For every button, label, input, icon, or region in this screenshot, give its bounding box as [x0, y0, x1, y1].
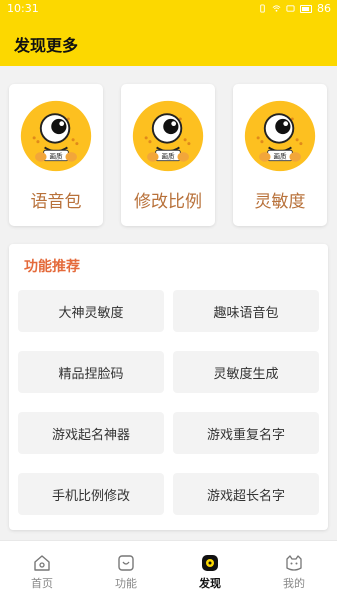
tab-label: 首页: [31, 577, 53, 590]
status-time: 10:31: [7, 2, 39, 15]
btn-fun-voice-pack[interactable]: 趣味语音包: [173, 290, 319, 332]
battery-icon: [300, 4, 312, 13]
feature-cards: 画质 语音包 画质 修改比例 画质 灵敏度: [0, 84, 337, 226]
card-sensitivity[interactable]: 画质 灵敏度: [233, 84, 327, 226]
bottom-nav: 首页 功能 发现 我的: [0, 540, 337, 600]
card-label: 修改比例: [134, 192, 202, 212]
tab-function[interactable]: 功能: [84, 541, 168, 600]
tab-discover[interactable]: 发现: [168, 541, 252, 600]
card-ratio-modify[interactable]: 画质 修改比例: [121, 84, 215, 226]
wifi-icon: [272, 5, 281, 12]
mascot-badge-text: 画质: [161, 151, 175, 160]
tab-mine[interactable]: 我的: [252, 541, 336, 600]
status-icons: 86: [258, 2, 331, 15]
tab-label: 我的: [283, 577, 305, 590]
tab-label: 功能: [115, 577, 137, 590]
section-title: 功能推荐: [24, 259, 80, 275]
page-title: 发现更多: [14, 36, 79, 55]
app-header: 10:31 86 发现更多: [0, 0, 337, 66]
btn-duplicate-name[interactable]: 游戏重复名字: [173, 412, 319, 454]
discover-icon: [202, 555, 218, 571]
btn-sensitivity-generator[interactable]: 灵敏度生成: [173, 351, 319, 393]
cat-profile-icon: [286, 555, 302, 571]
card-voice-pack[interactable]: 画质 语音包: [9, 84, 103, 226]
btn-long-name[interactable]: 游戏超长名字: [173, 473, 319, 515]
mascot-icon: 画质: [132, 100, 204, 172]
screen-icon: [286, 5, 295, 12]
btn-name-generator[interactable]: 游戏起名神器: [18, 412, 164, 454]
recommend-panel: 功能推荐 大神灵敏度 趣味语音包 精品捏脸码 灵敏度生成 游戏起名神器 游戏重复…: [9, 244, 328, 530]
home-icon: [34, 555, 50, 571]
status-bar: 10:31 86: [0, 0, 337, 18]
btn-face-code[interactable]: 精品捏脸码: [18, 351, 164, 393]
mascot-badge-text: 画质: [273, 151, 287, 160]
card-label: 灵敏度: [254, 192, 306, 212]
function-icon: [118, 555, 134, 571]
mascot-badge-text: 画质: [49, 151, 63, 160]
btn-pro-sensitivity[interactable]: 大神灵敏度: [18, 290, 164, 332]
mascot-icon: 画质: [244, 100, 316, 172]
tab-home[interactable]: 首页: [0, 541, 84, 600]
vibrate-icon: [260, 4, 265, 13]
tab-label: 发现: [199, 577, 221, 590]
mascot-icon: 画质: [20, 100, 92, 172]
battery-level: 86: [317, 2, 331, 15]
card-label: 语音包: [30, 192, 82, 212]
btn-ratio-modify[interactable]: 手机比例修改: [18, 473, 164, 515]
